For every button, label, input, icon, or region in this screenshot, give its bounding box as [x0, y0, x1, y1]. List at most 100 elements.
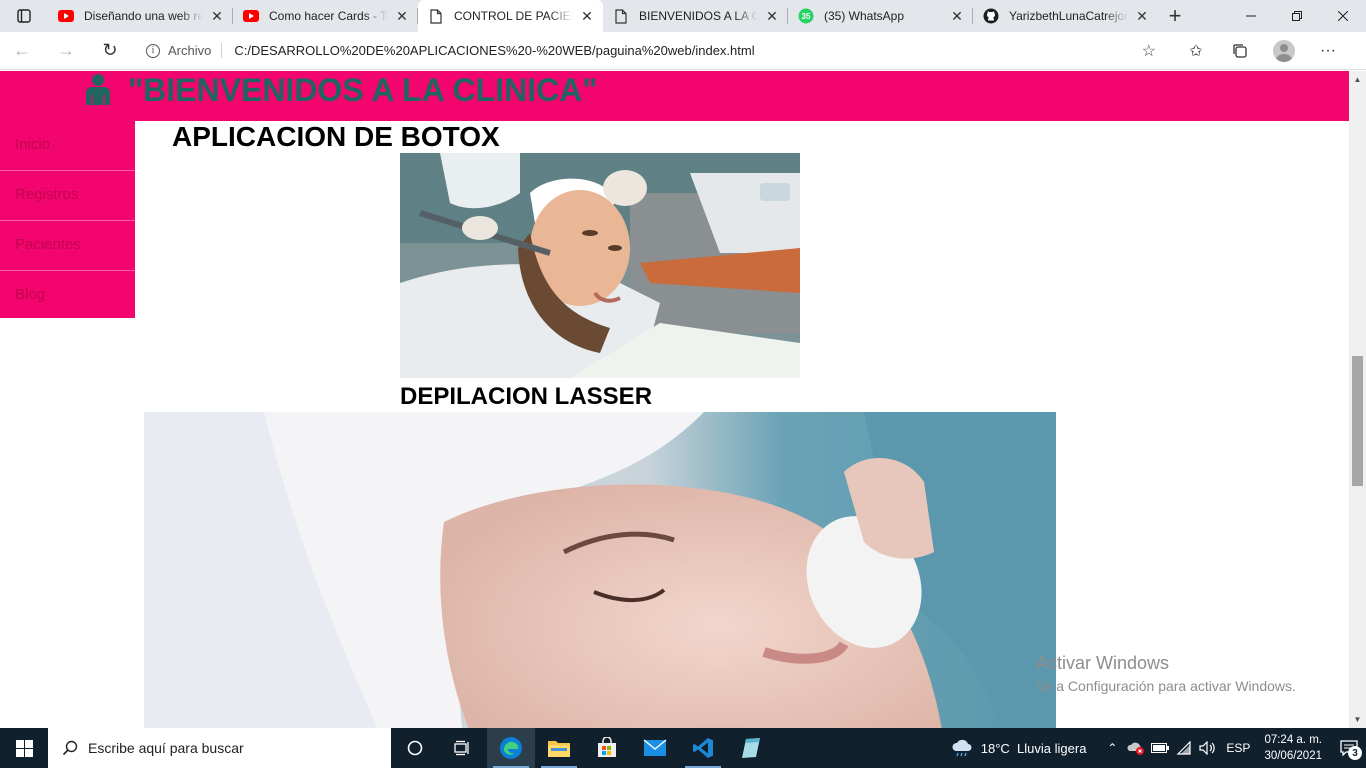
avatar: [1273, 39, 1295, 62]
close-icon[interactable]: ✕: [579, 8, 595, 24]
scroll-down-arrow-icon[interactable]: ▼: [1349, 711, 1366, 728]
user-icon: [86, 74, 110, 105]
watermark-line-2: Ve a Configuración para activar Windows.: [1036, 678, 1296, 694]
scrollbar-thumb[interactable]: [1352, 356, 1363, 486]
browser-tab[interactable]: YarizbethLunaCatrejon ✕: [973, 0, 1158, 32]
reload-button[interactable]: ↻: [88, 32, 132, 70]
laser-treatment-image: [144, 412, 1056, 728]
scroll-up-arrow-icon[interactable]: ▲: [1349, 71, 1366, 88]
browser-tab[interactable]: Diseñando una web re ✕: [48, 0, 233, 32]
windows-taskbar: Escribe aquí para buscar 18°C Lluvia lig…: [0, 728, 1366, 768]
wifi-icon: [1176, 741, 1192, 755]
restore-button[interactable]: [1274, 0, 1320, 32]
speaker-icon: [1199, 741, 1216, 755]
volume-button[interactable]: [1196, 728, 1220, 768]
tab-title: (35) WhatsApp: [824, 9, 905, 23]
clock[interactable]: 07:24 a. m. 30/06/2021: [1264, 732, 1322, 764]
file-explorer-taskbar-app[interactable]: [535, 728, 583, 768]
close-icon: [1338, 11, 1348, 21]
close-icon[interactable]: ✕: [764, 8, 780, 24]
whatsapp-icon: 35: [798, 8, 814, 24]
show-hidden-icons-button[interactable]: ⌃: [1100, 728, 1124, 768]
taskbar-search-input[interactable]: Escribe aquí para buscar: [48, 728, 391, 768]
site-info-button[interactable]: i Archivo: [146, 43, 223, 58]
tab-actions-button[interactable]: [0, 0, 48, 32]
cortana-icon: [407, 740, 423, 756]
sidebar-item-inicio[interactable]: Inicio: [0, 121, 135, 171]
file-icon: [613, 8, 629, 24]
onedrive-error-button[interactable]: [1124, 728, 1148, 768]
profile-button[interactable]: [1262, 32, 1306, 70]
minimize-button[interactable]: [1228, 0, 1274, 32]
reload-icon: ↻: [102, 40, 118, 60]
edge-icon: [500, 737, 522, 759]
info-icon: i: [146, 43, 160, 58]
close-icon[interactable]: ✕: [949, 8, 965, 24]
notes-icon: [742, 738, 760, 758]
vscode-taskbar-app[interactable]: [679, 728, 727, 768]
system-tray: 18°C Lluvia ligera ⌃ ESP 07:24 a. m. 30/…: [951, 728, 1366, 768]
url-text[interactable]: C:/DESARROLLO%20DE%20APLICACIONES%20-%20…: [234, 43, 1141, 58]
store-taskbar-app[interactable]: [583, 728, 631, 768]
battery-icon: [1151, 743, 1170, 753]
close-icon[interactable]: ✕: [394, 8, 410, 24]
minimize-icon: [1246, 15, 1256, 17]
browser-toolbar: ← → ↻ i Archivo C:/DESARROLLO%20DE%20APL…: [0, 32, 1366, 70]
tab-title: Diseñando una web re: [84, 9, 203, 23]
search-placeholder: Escribe aquí para buscar: [88, 740, 244, 756]
edge-taskbar-app[interactable]: [487, 728, 535, 768]
page-header: "BIENVENIDOS A LA CLINICA": [0, 71, 1349, 121]
browser-tab[interactable]: 35 (35) WhatsApp ✕: [788, 0, 973, 32]
settings-menu-button[interactable]: ···: [1306, 32, 1350, 70]
input-language-button[interactable]: ESP: [1226, 741, 1250, 755]
whatsapp-badge: 35: [802, 12, 811, 21]
sidebar-item-registros[interactable]: Registros: [0, 171, 135, 221]
battery-button[interactable]: [1148, 728, 1172, 768]
new-tab-button[interactable]: +: [1158, 0, 1192, 32]
wifi-button[interactable]: [1172, 728, 1196, 768]
github-icon: [983, 8, 999, 24]
store-icon: [598, 737, 616, 757]
tab-title: Como hacer Cards - Ta: [269, 9, 388, 23]
add-favorite-icon[interactable]: ☆: [1142, 41, 1156, 61]
page-scrollbar[interactable]: ▲ ▼: [1349, 71, 1366, 728]
vscode-icon: [693, 738, 713, 758]
back-button[interactable]: ←: [0, 32, 44, 70]
clock-time: 07:24 a. m.: [1264, 734, 1322, 746]
cortana-button[interactable]: [391, 728, 439, 768]
collections-icon: [1233, 43, 1247, 58]
rain-cloud-icon: [952, 739, 972, 757]
window-controls: [1228, 0, 1366, 32]
notes-taskbar-app[interactable]: [727, 728, 775, 768]
close-window-button[interactable]: [1320, 0, 1366, 32]
browser-tab[interactable]: Como hacer Cards - Ta ✕: [233, 0, 418, 32]
task-view-icon: [454, 740, 469, 756]
tab-actions-icon: [17, 9, 31, 23]
favorites-button[interactable]: ✩: [1174, 32, 1218, 70]
close-icon[interactable]: ✕: [209, 8, 225, 24]
weather-widget[interactable]: 18°C Lluvia ligera: [951, 739, 1087, 757]
start-button[interactable]: [0, 728, 48, 768]
botox-treatment-image: [400, 153, 800, 378]
arrow-right-icon: →: [57, 40, 75, 60]
notification-center-button[interactable]: 3: [1332, 728, 1366, 768]
sidebar-nav: Inicio Registros Pacientes Blog: [0, 121, 135, 318]
tab-title: BIENVENIDOS A LA CL: [639, 9, 758, 23]
arrow-left-icon: ←: [13, 40, 31, 60]
weather-desc: Lluvia ligera: [1017, 740, 1087, 756]
windows-activation-watermark: Activar Windows Ve a Configuración para …: [1036, 652, 1296, 696]
weather-temp: 18°C: [980, 740, 1010, 756]
favorites-icon: ✩: [1189, 42, 1203, 60]
mail-taskbar-app[interactable]: [631, 728, 679, 768]
browser-tab-active[interactable]: CONTROL DE PACIENT ✕: [418, 0, 603, 32]
collections-button[interactable]: [1218, 32, 1262, 70]
close-icon[interactable]: ✕: [1134, 8, 1150, 24]
sidebar-item-pacientes[interactable]: Pacientes: [0, 221, 135, 271]
browser-tab[interactable]: BIENVENIDOS A LA CL ✕: [603, 0, 788, 32]
address-bar[interactable]: i Archivo C:/DESARROLLO%20DE%20APLICACIO…: [136, 35, 1166, 66]
task-view-button[interactable]: [439, 728, 487, 768]
forward-button[interactable]: →: [44, 32, 88, 70]
restore-icon: [1292, 11, 1302, 21]
sidebar-item-blog[interactable]: Blog: [0, 271, 135, 318]
chevron-up-icon: ⌃: [1107, 741, 1118, 755]
